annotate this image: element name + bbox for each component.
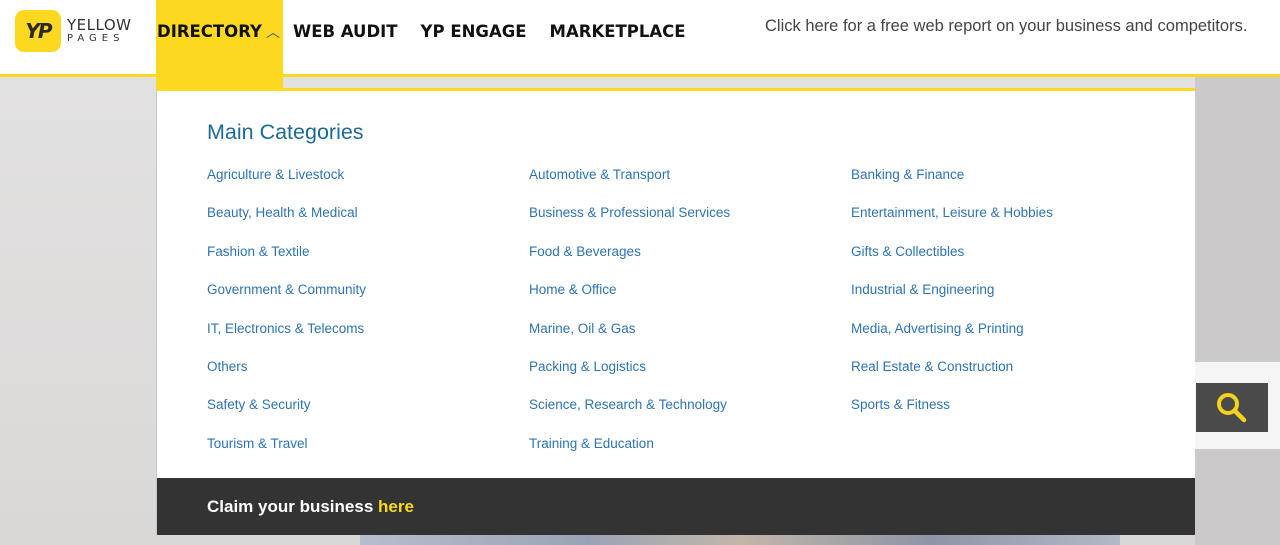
category-link[interactable]: Agriculture & Livestock [207,167,527,205]
category-link[interactable]: Fashion & Textile [207,244,527,282]
category-link[interactable]: Entertainment, Leisure & Hobbies [851,205,1171,243]
nav-directory[interactable]: DIRECTORY ︿ [156,0,283,89]
nav-marketplace[interactable]: MARKETPLACE [550,0,686,77]
category-column-3: Banking & Finance Entertainment, Leisure… [851,167,1171,436]
claim-business-text: Claim your business here [207,497,414,517]
nav-web-audit[interactable]: WEB AUDIT [293,0,398,77]
claim-business-label: Claim your business [207,497,378,516]
category-link[interactable]: Packing & Logistics [529,359,849,397]
nav-directory-label: DIRECTORY [157,22,262,41]
search-button[interactable] [1196,383,1268,432]
main-categories-heading: Main Categories [207,120,364,144]
search-icon [1217,392,1247,422]
logo-badge-icon: YP [15,10,61,52]
category-link[interactable]: Tourism & Travel [207,436,527,474]
category-link[interactable]: Home & Office [529,282,849,320]
category-link[interactable]: Safety & Security [207,397,527,435]
hero-side-panel [1195,77,1280,545]
yellow-pages-logo[interactable]: YP YELLOW PAGES [15,10,131,52]
category-link[interactable]: Science, Research & Technology [529,397,849,435]
category-column-1: Agriculture & Livestock Beauty, Health &… [207,167,527,474]
category-link[interactable]: Beauty, Health & Medical [207,205,527,243]
hero-photo [360,535,1120,545]
category-link[interactable]: Food & Beverages [529,244,849,282]
site-header: YP YELLOW PAGES DIRECTORY ︿ WEB AUDIT YP … [0,0,1280,89]
category-link[interactable]: Others [207,359,527,397]
logo-line-2: PAGES [67,33,125,44]
category-link[interactable]: Automotive & Transport [529,167,849,205]
nav-yp-engage[interactable]: YP ENGAGE [421,0,527,77]
claim-business-link[interactable]: here [378,497,414,516]
logo-line-1: YELLOW [67,16,132,34]
logo-wordmark: YELLOW PAGES [67,18,131,44]
category-link[interactable]: Government & Community [207,282,527,320]
search-panel [1195,362,1280,449]
category-link[interactable]: Sports & Fitness [851,397,1171,435]
category-link[interactable]: Media, Advertising & Printing [851,321,1171,359]
free-web-report-link[interactable]: Click here for a free web report on your… [765,17,1247,36]
chevron-up-icon: ︿ [265,25,280,41]
main-nav: DIRECTORY ︿ WEB AUDIT YP ENGAGE MARKETPLA… [156,0,686,89]
category-link[interactable]: Training & Education [529,436,849,474]
category-link[interactable]: Industrial & Engineering [851,282,1171,320]
category-link[interactable]: Business & Professional Services [529,205,849,243]
category-link[interactable]: IT, Electronics & Telecoms [207,321,527,359]
category-link[interactable]: Gifts & Collectibles [851,244,1171,282]
claim-business-bar: Claim your business here [157,478,1195,535]
category-link[interactable]: Marine, Oil & Gas [529,321,849,359]
category-link[interactable]: Banking & Finance [851,167,1171,205]
category-column-2: Automotive & Transport Business & Profes… [529,167,849,474]
category-link[interactable]: Real Estate & Construction [851,359,1171,397]
directory-dropdown: Main Categories Agriculture & Livestock … [157,88,1195,535]
